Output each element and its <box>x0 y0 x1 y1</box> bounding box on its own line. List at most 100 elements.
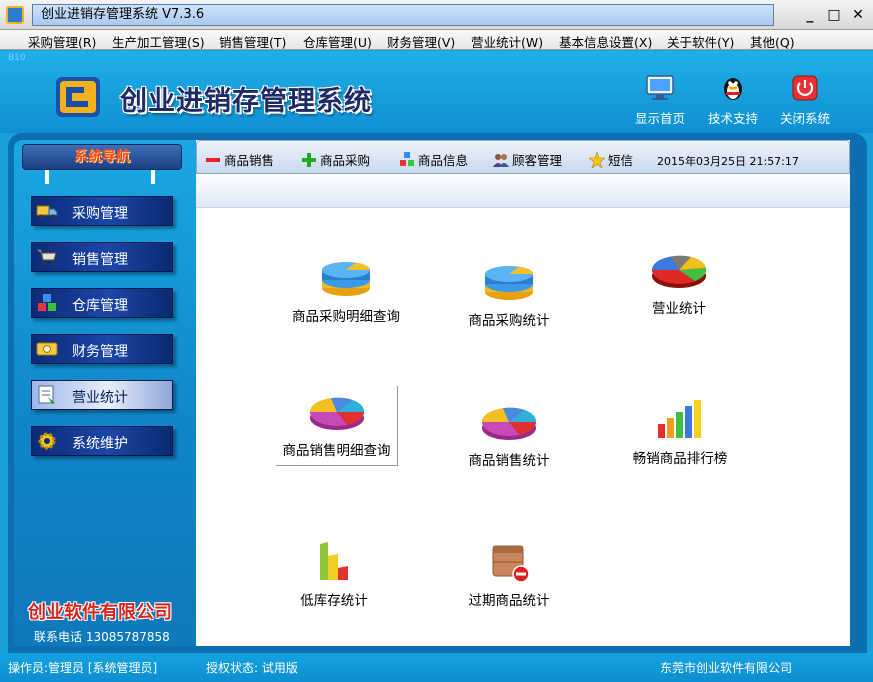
func-label: 商品采购明细查询 <box>292 309 400 325</box>
exit-button[interactable]: 关闭系统 <box>775 75 835 127</box>
sidebar-item-finance[interactable]: 财务管理 <box>31 334 173 364</box>
sidebar-item-warehouse[interactable]: 仓库管理 <box>31 288 173 318</box>
menu-sales[interactable]: 销售管理(T) <box>219 32 286 51</box>
toolbar-sales[interactable]: 商品销售 <box>205 150 274 169</box>
sidebar-item-sales[interactable]: 销售管理 <box>31 242 173 272</box>
maximize-button[interactable]: □ <box>824 6 844 24</box>
menu-bar: 采购管理(R) 生产加工管理(S) 销售管理(T) 仓库管理(U) 财务管理(V… <box>0 30 873 50</box>
toolbar: 商品销售 商品采购 商品信息 顾客管理 短信 2015年03月25日 21:57… <box>196 140 850 174</box>
toolbar-sales-label: 商品销售 <box>224 153 275 168</box>
app-logo-icon <box>56 77 100 117</box>
datetime-display: 2015年03月25日 21:57:17 <box>657 155 799 168</box>
version-tag: B10 <box>8 53 26 63</box>
status-bar: 操作员:管理员 [系统管理员] 授权状态: 试用版 东莞市创业软件有限公司 <box>0 653 873 682</box>
pie-chart-icon <box>651 255 707 288</box>
sidebar-item-label: 仓库管理 <box>72 298 128 314</box>
sidebar-item-label: 销售管理 <box>72 252 128 268</box>
nav-title-tab <box>151 170 155 184</box>
sidebar-item-label: 系统维护 <box>72 436 128 452</box>
status-license: 授权状态: 试用版 <box>206 661 298 675</box>
sub-toolbar <box>196 174 850 208</box>
toolbar-product-info-label: 商品信息 <box>418 153 469 168</box>
sidebar: 系统导航 采购管理 销售管理 仓库管理 财务管理 营业统计 系统维护 创业软件有… <box>14 140 196 646</box>
func-label: 低库存统计 <box>300 593 368 609</box>
func-business-stats[interactable]: 营业统计 <box>634 244 724 317</box>
pie-chart-icon <box>309 397 364 430</box>
expired-box-icon <box>492 545 530 583</box>
sidebar-item-statistics[interactable]: 营业统计 <box>31 380 173 410</box>
func-label: 商品销售明细查询 <box>282 443 391 459</box>
exit-label: 关闭系统 <box>779 111 830 126</box>
toolbar-customers[interactable]: 顾客管理 <box>493 150 562 169</box>
menu-other[interactable]: 其他(Q) <box>750 32 795 51</box>
menu-finance[interactable]: 财务管理(V) <box>387 32 455 51</box>
close-button[interactable]: ✕ <box>848 6 868 24</box>
power-icon <box>792 75 818 101</box>
func-label: 商品销售统计 <box>468 453 550 469</box>
plus-icon <box>302 153 316 167</box>
func-low-stock[interactable]: 低库存统计 <box>284 536 384 609</box>
menu-warehouse[interactable]: 仓库管理(U) <box>303 32 372 51</box>
menu-statistics[interactable]: 营业统计(W) <box>471 32 543 51</box>
monitor-icon <box>646 75 674 100</box>
company-brand: 创业软件有限公司 <box>28 602 172 623</box>
support-label: 技术支持 <box>707 111 758 126</box>
func-label: 商品采购统计 <box>468 313 550 329</box>
bar-chart-icon <box>658 400 701 438</box>
func-purchase-stats[interactable]: 商品采购统计 <box>454 256 564 329</box>
minus-icon <box>206 158 220 162</box>
nav-title: 系统导航 <box>22 144 182 184</box>
app-header: B10 创业进销存管理系统 显示首页 技术支持 关闭系统 <box>0 51 873 133</box>
func-sales-stats[interactable]: 商品销售统计 <box>454 396 564 469</box>
sidebar-item-maintenance[interactable]: 系统维护 <box>31 426 173 456</box>
minimize-button[interactable]: _ <box>800 6 820 24</box>
menu-production[interactable]: 生产加工管理(S) <box>112 32 205 51</box>
home-label: 显示首页 <box>634 111 685 126</box>
pie-chart-icon <box>481 407 537 440</box>
toolbar-purchase[interactable]: 商品采购 <box>301 150 370 169</box>
qq-penguin-icon <box>724 78 742 100</box>
company-phone: 联系电话 13085787858 <box>34 630 170 644</box>
func-bestseller-ranking[interactable]: 畅销商品排行榜 <box>622 394 738 467</box>
toolbar-customers-label: 顾客管理 <box>512 153 563 168</box>
users-icon <box>493 154 509 167</box>
home-button[interactable]: 显示首页 <box>630 75 690 127</box>
func-label: 过期商品统计 <box>468 593 550 609</box>
app-title: 创业进销存管理系统 <box>120 86 372 117</box>
support-button[interactable]: 技术支持 <box>703 75 763 127</box>
func-purchase-detail[interactable]: 商品采购明细查询 <box>276 252 416 325</box>
report-icon <box>38 385 55 404</box>
star-icon <box>589 152 605 168</box>
sidebar-item-label: 营业统计 <box>72 390 128 406</box>
menu-about[interactable]: 关于软件(Y) <box>667 32 734 51</box>
sidebar-item-purchase[interactable]: 采购管理 <box>31 196 173 226</box>
toolbar-sms[interactable]: 短信 <box>589 150 633 169</box>
cubes-icon <box>400 152 414 166</box>
truck-icon <box>36 205 58 220</box>
gear-icon <box>38 432 56 450</box>
func-label: 营业统计 <box>652 301 706 317</box>
money-icon <box>36 342 58 356</box>
func-label: 畅销商品排行榜 <box>632 451 728 467</box>
menu-basic-settings[interactable]: 基本信息设置(X) <box>559 32 652 51</box>
toolbar-sms-label: 短信 <box>608 153 634 168</box>
stacked-pie-icon <box>485 266 534 300</box>
nav-title-text: 系统导航 <box>74 149 130 165</box>
status-company: 东莞市创业软件有限公司 <box>660 661 793 675</box>
cart-icon <box>37 249 57 266</box>
func-expired-goods[interactable]: 过期商品统计 <box>454 536 564 609</box>
boxes-icon <box>38 294 56 311</box>
app-icon <box>6 6 24 24</box>
low-stock-icon <box>320 542 348 580</box>
func-sales-detail[interactable]: 商品销售明细查询 <box>276 386 398 466</box>
title-bar: 创业进销存管理系统 V7.3.6 _ □ ✕ <box>0 0 873 30</box>
window-title: 创业进销存管理系统 V7.3.6 <box>32 4 774 26</box>
menu-purchase[interactable]: 采购管理(R) <box>28 32 96 51</box>
nav-title-tab <box>45 170 49 184</box>
toolbar-product-info[interactable]: 商品信息 <box>399 150 468 169</box>
toolbar-purchase-label: 商品采购 <box>320 153 371 168</box>
sidebar-item-label: 财务管理 <box>72 344 128 360</box>
sidebar-item-label: 采购管理 <box>72 206 128 222</box>
status-operator: 操作员:管理员 [系统管理员] <box>8 661 158 675</box>
content-panel: 商品销售 商品采购 商品信息 顾客管理 短信 2015年03月25日 21:57… <box>196 140 850 646</box>
